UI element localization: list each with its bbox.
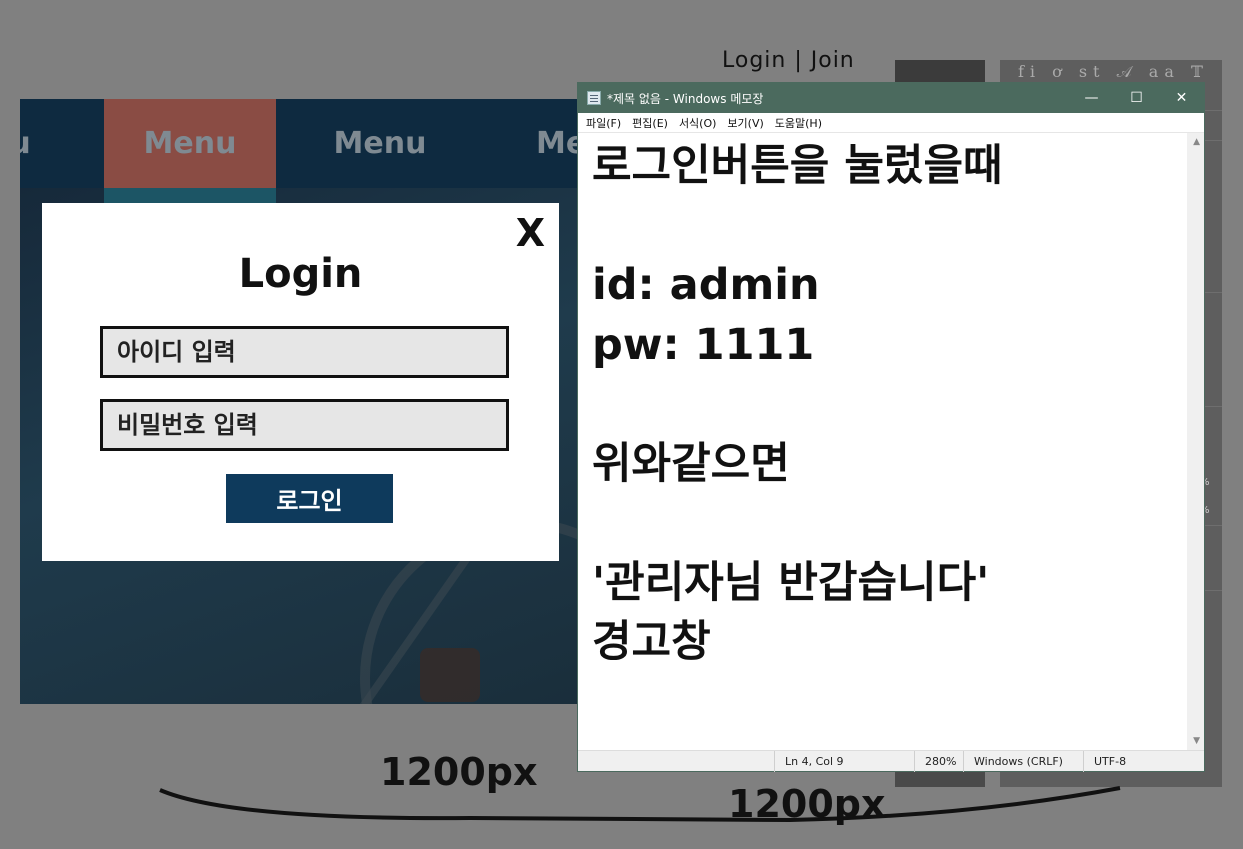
scroll-up-icon[interactable]: ▲ [1193,137,1200,147]
close-window-button[interactable]: ✕ [1159,83,1204,113]
status-position: Ln 4, Col 9 [774,751,914,772]
status-zoom: 280% [914,751,963,772]
id-input[interactable] [100,326,509,378]
status-line-ending: Windows (CRLF) [963,751,1083,772]
status-encoding: UTF-8 [1083,751,1183,772]
nav-item-3[interactable]: Me [510,99,580,188]
menu-view[interactable]: 보기(V) [727,115,763,131]
width-brace [159,786,1121,823]
size-label-2: 1200px [728,782,886,826]
login-button[interactable]: 로그인 [226,474,393,523]
menu-edit[interactable]: 편집(E) [632,115,668,131]
menu-format[interactable]: 서식(O) [679,115,716,131]
notepad-icon [587,91,601,105]
modal-title: Login [238,251,363,297]
top-links[interactable]: Login | Join [722,48,855,73]
notepad-titlebar[interactable]: *제목 없음 - Windows 메모장 — ☐ ✕ [578,83,1204,113]
password-input[interactable] [100,399,509,451]
minimize-button[interactable]: — [1069,83,1114,113]
maximize-button[interactable]: ☐ [1114,83,1159,113]
text-editor[interactable]: 로그인버튼을 눌렀을때 id: admin pw: 1111 위와같으면 '관리… [578,133,1204,750]
menu-bar: 파일(F) 편집(E) 서식(O) 보기(V) 도움말(H) [578,113,1204,133]
nav-item-1-active[interactable]: Menu [104,99,276,188]
nav-item-2[interactable]: Menu [276,99,484,188]
status-bar: Ln 4, Col 9 280% Windows (CRLF) UTF-8 [578,750,1204,772]
ferris-wheel-cab [420,648,480,702]
scroll-down-icon[interactable]: ▼ [1193,736,1200,746]
vertical-scrollbar[interactable]: ▲ ▼ [1187,133,1204,750]
size-label-1: 1200px [380,750,538,794]
site-nav: u Menu Menu Me [20,99,580,188]
login-modal: X Login 로그인 [42,203,559,561]
editor-content[interactable]: 로그인버튼을 눌렀을때 id: admin pw: 1111 위와같으면 '관리… [592,137,1003,673]
close-button[interactable]: X [516,211,545,255]
menu-help[interactable]: 도움말(H) [775,115,822,131]
menu-file[interactable]: 파일(F) [586,115,621,131]
window-title: *제목 없음 - Windows 메모장 [607,91,764,106]
nav-item-0[interactable]: u [20,99,60,188]
notepad-window: *제목 없음 - Windows 메모장 — ☐ ✕ 파일(F) 편집(E) 서… [577,82,1205,772]
nav-active-indicator [104,188,276,203]
